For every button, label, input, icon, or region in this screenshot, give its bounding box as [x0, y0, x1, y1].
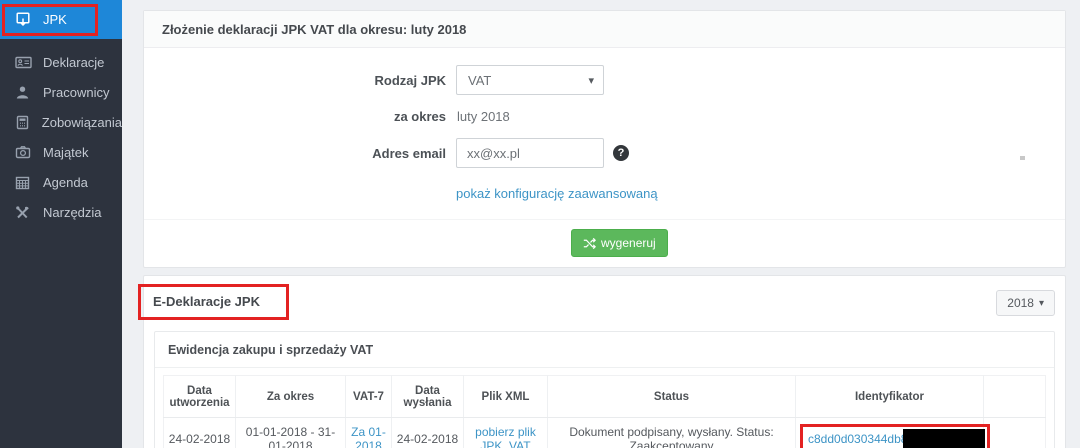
generate-button[interactable]: wygeneruj: [571, 229, 668, 257]
cell-identyfikator: c8dd0d030344db81000000: [796, 418, 984, 448]
col-header-identyfikator: Identyfikator: [796, 376, 984, 418]
cell-status: Dokument podpisany, wysłany. Status: Zaa…: [548, 418, 796, 448]
annotation-box-identyfikator: c8dd0d030344db81000000: [800, 424, 990, 448]
declaration-panel: Złożenie deklaracji JPK VAT dla okresu: …: [143, 10, 1066, 268]
col-header-data-wyslania: Data wysłania: [392, 376, 464, 418]
chevron-down-icon: ▾: [588, 74, 594, 87]
help-question-icon[interactable]: ?: [613, 145, 629, 161]
edeklaracje-header: E-Deklaracje JPK 2018 ▾: [154, 288, 1055, 320]
table-row: 24-02-2018 01-01-2018 - 31-01-2018 Za 01…: [164, 418, 1046, 448]
sidebar-item-majatek[interactable]: Majątek: [0, 137, 122, 167]
col-header-status: Status: [548, 376, 796, 418]
employee-person-icon: [15, 84, 32, 100]
col-header-empty: [984, 376, 1046, 418]
ewidencja-panel: Ewidencja zakupu i sprzedaży VAT Data ut…: [154, 331, 1055, 448]
declaration-form: Rodzaj JPK VAT ▾ za okres luty 2018 Adre…: [144, 48, 1065, 267]
redaction-black-box: [903, 429, 985, 448]
table-header-row: Data utworzenia Za okres VAT-7 Data wysł…: [164, 376, 1046, 418]
form-row-okres: za okres luty 2018: [144, 109, 1065, 124]
screen-artifact-dot: [1020, 156, 1025, 160]
sidebar-item-label: Deklaracje: [43, 55, 104, 70]
vat7-link[interactable]: Za 01-2018: [351, 425, 386, 448]
liabilities-ledger-icon: [15, 114, 31, 130]
tools-icon: [15, 204, 32, 220]
edeklaracje-panel: E-Deklaracje JPK 2018 ▾ Ewidencja zakupu…: [143, 275, 1066, 448]
download-xml-link[interactable]: pobierz plik JPK_VAT: [475, 425, 536, 448]
za-okres-value: luty 2018: [457, 109, 510, 124]
col-header-data-utworzenia: Data utworzenia: [164, 376, 236, 418]
chevron-down-icon: ▾: [1039, 298, 1044, 309]
main-content: Złożenie deklaracji JPK VAT dla okresu: …: [122, 0, 1080, 448]
email-label: Adres email: [144, 146, 446, 161]
sidebar-item-label: Pracownicy: [43, 85, 109, 100]
sidebar-item-deklaracje[interactable]: Deklaracje: [0, 47, 122, 77]
jpk-type-selected-value: VAT: [468, 73, 491, 88]
declarations-table: Data utworzenia Za okres VAT-7 Data wysł…: [163, 375, 1046, 448]
advanced-config-link[interactable]: pokaż konfigurację zaawansowaną: [456, 186, 658, 201]
jpk-document-icon: [15, 12, 32, 28]
agenda-calendar-icon: [15, 174, 32, 190]
col-header-vat7: VAT-7: [346, 376, 392, 418]
sidebar-item-jpk[interactable]: JPK: [0, 0, 122, 39]
advanced-config-row: pokaż konfigurację zaawansowaną: [456, 185, 1065, 203]
sidebar-item-label: JPK: [43, 12, 67, 27]
sidebar-item-label: Majątek: [43, 145, 89, 160]
email-input[interactable]: [456, 138, 604, 168]
cell-empty: [984, 418, 1046, 448]
year-filter-button[interactable]: 2018 ▾: [996, 290, 1055, 316]
declarations-card-icon: [15, 54, 32, 70]
form-row-rodzaj: Rodzaj JPK VAT ▾: [144, 65, 1065, 95]
cell-plik-xml: pobierz plik JPK_VAT: [464, 418, 548, 448]
form-row-email: Adres email ?: [144, 138, 1065, 168]
sidebar-item-agenda[interactable]: Agenda: [0, 167, 122, 197]
rodzaj-jpk-label: Rodzaj JPK: [144, 73, 446, 88]
cell-data-utworzenia: 24-02-2018: [164, 418, 236, 448]
sidebar-item-pracownicy[interactable]: Pracownicy: [0, 77, 122, 107]
col-header-za-okres: Za okres: [236, 376, 346, 418]
shuffle-icon: [583, 237, 596, 250]
ewidencja-panel-title: Ewidencja zakupu i sprzedaży VAT: [155, 332, 1054, 368]
declaration-panel-title: Złożenie deklaracji JPK VAT dla okresu: …: [162, 22, 466, 37]
sidebar-item-label: Agenda: [43, 175, 88, 190]
col-header-plik-xml: Plik XML: [464, 376, 548, 418]
sidebar-item-narzedzia[interactable]: Narzędzia: [0, 197, 122, 227]
edeklaracje-title annotation-box-edeklaracje: E-Deklaracje JPK: [138, 284, 289, 320]
declaration-panel-header: Złożenie deklaracji JPK VAT dla okresu: …: [144, 11, 1065, 48]
assets-camera-icon: [15, 144, 32, 160]
sidebar-item-label: Zobowiązania: [42, 115, 122, 130]
za-okres-label: za okres: [144, 109, 446, 124]
jpk-type-select[interactable]: VAT ▾: [456, 65, 604, 95]
generate-button-row: wygeneruj: [144, 219, 1065, 267]
sidebar-item-zobowiazania[interactable]: Zobowiązania: [0, 107, 122, 137]
cell-vat7: Za 01-2018: [346, 418, 392, 448]
app-window: JPK Deklaracje Pracownicy Zobowiązania M…: [0, 0, 1080, 448]
sidebar-item-label: Narzędzia: [43, 205, 102, 220]
cell-data-wyslania: 24-02-2018: [392, 418, 464, 448]
cell-za-okres: 01-01-2018 - 31-01-2018: [236, 418, 346, 448]
year-filter-value: 2018: [1007, 296, 1034, 310]
generate-button-label: wygeneruj: [601, 236, 656, 250]
sidebar: JPK Deklaracje Pracownicy Zobowiązania M…: [0, 0, 122, 448]
